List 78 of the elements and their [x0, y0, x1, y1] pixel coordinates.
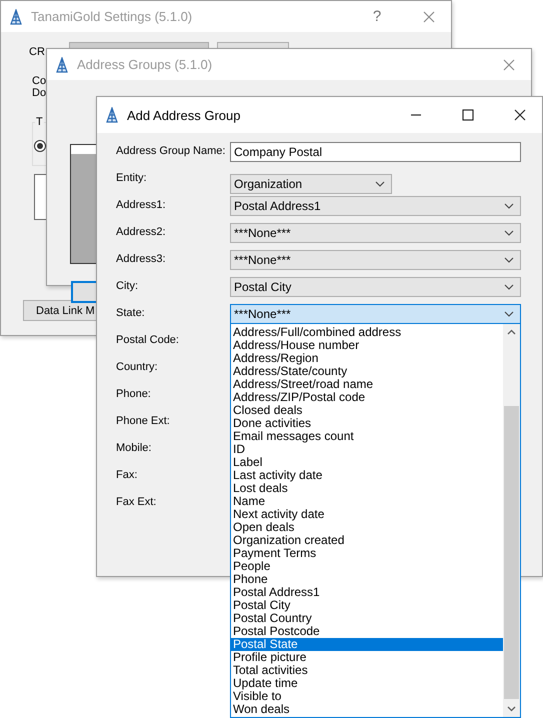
- field-label: Postal Code:: [116, 333, 179, 348]
- dropdown[interactable]: ***None***: [230, 304, 521, 324]
- list-option[interactable]: Open deals: [231, 521, 503, 534]
- dropdown[interactable]: Postal City: [230, 277, 521, 297]
- chevron-icon: [504, 257, 514, 263]
- list-option[interactable]: Next activity date: [231, 508, 503, 521]
- window-title: Add Address Group: [127, 108, 242, 122]
- maximize-icon[interactable]: [462, 109, 474, 121]
- field-label: Mobile:: [116, 441, 152, 456]
- name-input[interactable]: Company Postal: [230, 142, 521, 162]
- field-label: City:: [116, 279, 138, 294]
- tower-icon: [105, 107, 119, 123]
- data-link-button[interactable]: Data Link M: [23, 300, 97, 321]
- list-option[interactable]: Postal Address1: [231, 586, 503, 599]
- list-option[interactable]: Done activities: [231, 417, 503, 430]
- list-option[interactable]: Postal Country: [231, 612, 503, 625]
- list-option[interactable]: Name: [231, 495, 503, 508]
- list-option[interactable]: People: [231, 560, 503, 573]
- list-option[interactable]: Lost deals: [231, 482, 503, 495]
- close-icon[interactable]: [514, 109, 526, 121]
- scroll-down-icon[interactable]: [507, 706, 516, 712]
- list-option[interactable]: Address/House number: [231, 339, 503, 352]
- field-label: Address Group Name:: [116, 144, 226, 159]
- tower-icon: [55, 56, 69, 72]
- field-label: Address3:: [116, 252, 166, 267]
- chevron-icon: [504, 284, 514, 290]
- dropdown[interactable]: ***None***: [230, 250, 521, 270]
- list-option[interactable]: Phone: [231, 573, 503, 586]
- chevron-icon: [504, 230, 514, 236]
- list-box[interactable]: [70, 144, 97, 264]
- list-option[interactable]: Last activity date: [231, 469, 503, 482]
- field-label: Co: [32, 75, 46, 87]
- list-option[interactable]: Address/State/county: [231, 365, 503, 378]
- field-label: Fax:: [116, 468, 138, 483]
- list-option[interactable]: Total activities: [231, 664, 503, 677]
- window-title: TanamiGold Settings (5.1.0): [31, 9, 194, 24]
- field-label: Do: [32, 87, 46, 99]
- help-button[interactable]: ?: [355, 2, 399, 30]
- tower-icon: [9, 8, 23, 24]
- field-label: State:: [116, 306, 145, 321]
- field-label: Fax Ext:: [116, 495, 156, 510]
- list-option[interactable]: Postal State: [231, 638, 503, 651]
- field-label: Country:: [116, 360, 158, 375]
- field-label: Address2:: [116, 225, 166, 240]
- list-option[interactable]: Organization created: [231, 534, 503, 547]
- list-option[interactable]: Label: [231, 456, 503, 469]
- field-label: Phone:: [116, 387, 151, 402]
- window-title: Address Groups (5.1.0): [77, 57, 214, 72]
- list-option[interactable]: Address/Street/road name: [231, 378, 503, 391]
- list-option[interactable]: ID: [231, 443, 503, 456]
- focused-button[interactable]: [71, 281, 97, 303]
- chevron-icon: [504, 203, 514, 209]
- list-option[interactable]: Address/Region: [231, 352, 503, 365]
- panel: [34, 174, 47, 220]
- list-option[interactable]: Payment Terms: [231, 547, 503, 560]
- dropdown[interactable]: Organization: [230, 174, 392, 194]
- chevron-icon: [375, 181, 385, 187]
- radio-button[interactable]: [34, 140, 46, 152]
- list-option[interactable]: Profile picture: [231, 651, 503, 664]
- list-option[interactable]: Email messages count: [231, 430, 503, 443]
- group-label: T: [35, 116, 44, 128]
- field-label: Entity:: [116, 171, 147, 186]
- list-option[interactable]: Postal City: [231, 599, 503, 612]
- list-option[interactable]: Address/Full/combined address: [231, 326, 503, 339]
- list-option[interactable]: Address/ZIP/Postal code: [231, 391, 503, 404]
- list-option[interactable]: Update time: [231, 677, 503, 690]
- dropdown[interactable]: ***None***: [230, 223, 521, 243]
- field-label: Phone Ext:: [116, 414, 170, 429]
- scrollbar[interactable]: [503, 324, 520, 717]
- dropdown[interactable]: Postal Address1: [230, 196, 521, 216]
- list-option[interactable]: Won deals: [231, 703, 503, 716]
- field-label: Address1:: [116, 198, 166, 213]
- list-option[interactable]: Visible to: [231, 690, 503, 703]
- list-option[interactable]: Closed deals: [231, 404, 503, 417]
- chevron-icon: [504, 311, 514, 317]
- crm-label: CR: [29, 46, 45, 58]
- scroll-up-icon[interactable]: [507, 329, 516, 335]
- list-option[interactable]: Postal Postcode: [231, 625, 503, 638]
